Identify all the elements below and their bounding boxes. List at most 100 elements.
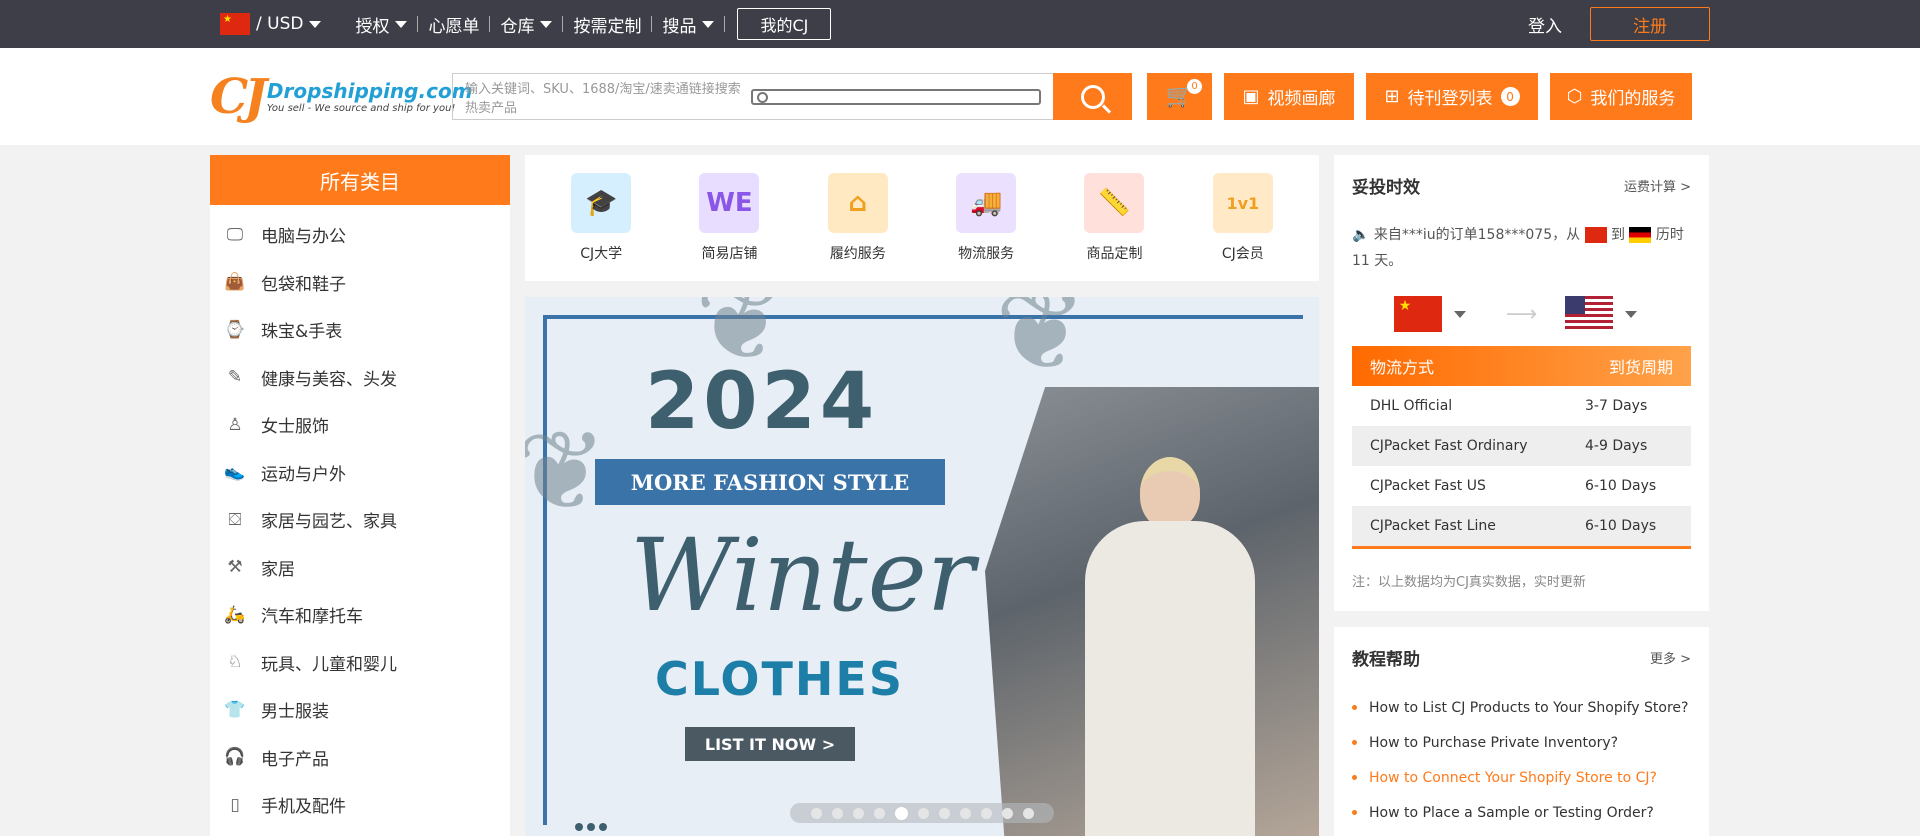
pending-list-button[interactable]: ⊞ 待刊登列表 0 xyxy=(1366,73,1538,120)
search-input[interactable]: 输入关键词、SKU、1688/淘宝/速卖通链接搜索热卖产品 xyxy=(452,73,1053,120)
shipping-period: 3-7 Days xyxy=(1585,398,1648,414)
top-bar-left: / USD 授权 心愿单 仓库 按需定制 搜品 我的CJ xyxy=(210,8,832,40)
menu-pod[interactable]: 按需定制 xyxy=(563,12,651,37)
sidebar-item[interactable]: ✎ 健康与美容、头发 xyxy=(210,354,510,402)
category-list: 🖵 电脑与办公 👜 包袋和鞋子 ⌚ 珠宝&手表 ✎ 健康与美容、头发 ♙ 女士服饰 👟 运动与户外 ⛋ 家… xyxy=(210,205,510,829)
menu-sourcing[interactable]: 搜品 xyxy=(652,12,724,37)
shipping-rows: DHL Official 3-7 Days CJPacket Fast Ordina… xyxy=(1352,386,1691,546)
delivery-note: 注：以上数据均为CJ真实数据，实时更新 xyxy=(1352,575,1586,590)
service-shortcut[interactable]: 🚚 物流服务 xyxy=(931,173,1041,263)
carousel-dot[interactable] xyxy=(894,806,908,820)
cart-button[interactable]: 🛒 0 xyxy=(1147,73,1212,120)
menu-wishlist[interactable]: 心愿单 xyxy=(418,12,489,37)
carousel-dot[interactable] xyxy=(852,807,864,819)
shipping-row: CJPacket Fast Line 6-10 Days xyxy=(1352,506,1691,546)
service-shortcut[interactable]: WE 简易店铺 xyxy=(674,173,784,263)
shipping-period: 6-10 Days xyxy=(1585,478,1657,494)
sidebar-item[interactable]: 🎧 电子产品 xyxy=(210,734,510,782)
ruler-icon: 📏 xyxy=(1084,173,1145,233)
service-shortcut[interactable]: 1v1 CJ会员 xyxy=(1188,173,1298,263)
sidebar-item[interactable]: ♘ 玩具、儿童和婴儿 xyxy=(210,639,510,687)
menu-warehouse[interactable]: 仓库 xyxy=(490,12,562,37)
service-shortcut[interactable]: 📏 商品定制 xyxy=(1059,173,1169,263)
origin-china-flag-icon[interactable] xyxy=(1393,296,1442,332)
currency-selector[interactable]: / USD xyxy=(210,13,331,35)
sidebar-item[interactable]: 👕 男士服装 xyxy=(210,686,510,734)
sidebar-item[interactable]: 👟 运动与户外 xyxy=(210,449,510,497)
service-shortcut[interactable]: 🎓 CJ大学 xyxy=(546,173,656,263)
carousel-dot[interactable] xyxy=(831,807,843,819)
china-flag-icon xyxy=(220,13,250,35)
carousel-dot[interactable] xyxy=(959,807,971,819)
carousel-dot[interactable] xyxy=(873,807,885,819)
chevron-down-icon[interactable] xyxy=(1625,310,1638,318)
logo[interactable]: CJ Dropshipping.com You sell - We source… xyxy=(210,73,473,121)
tutorial-more-link[interactable]: 更多 > xyxy=(1650,648,1691,667)
rocking-horse-icon: ♘ xyxy=(227,652,243,673)
destination-us-flag-icon[interactable] xyxy=(1565,296,1614,332)
sidebar-item[interactable]: 🖵 电脑与办公 xyxy=(210,211,510,259)
our-services-button[interactable]: ⬡ 我们的服务 xyxy=(1550,73,1692,120)
menu-authorize[interactable]: 授权 xyxy=(345,12,417,37)
sidebar-item-label: 男士服装 xyxy=(261,702,329,723)
notice-text-pre: 来自***iu的订单158***075，从 xyxy=(1373,227,1581,243)
register-button[interactable]: 注册 xyxy=(1590,7,1710,41)
search-button[interactable] xyxy=(1053,73,1132,120)
category-sidebar: 所有类目 🖵 电脑与办公 👜 包袋和鞋子 ⌚ 珠宝&手表 ✎ 健康与美容、头发 ♙ 女士服饰 👟 运动… xyxy=(210,155,510,836)
camera-icon[interactable] xyxy=(751,88,1041,105)
store-we-icon: WE xyxy=(699,173,760,233)
vip-diamond-icon: 1v1 xyxy=(1212,173,1273,233)
arrow-right-icon: ⟶ xyxy=(1505,301,1538,327)
service-icon: ⬡ xyxy=(1566,86,1583,107)
computer-icon: 🖵 xyxy=(226,224,244,245)
logo-text: Dropshipping.com You sell - We source an… xyxy=(267,79,473,114)
top-bar: / USD 授权 心愿单 仓库 按需定制 搜品 我的CJ 登入 注册 xyxy=(0,0,1920,48)
sidebar-item-label: 玩具、儿童和婴儿 xyxy=(261,654,397,675)
pending-count-badge: 0 xyxy=(1500,87,1520,106)
tutorial-link[interactable]: How to Connect Your Shopify Store to CJ? xyxy=(1352,760,1691,795)
my-cj-button[interactable]: 我的CJ xyxy=(737,8,832,40)
watch-icon: ⌚ xyxy=(224,319,246,340)
carousel-dot[interactable] xyxy=(810,807,822,819)
login-link[interactable]: 登入 xyxy=(1528,12,1562,37)
sidebar-item[interactable]: ⛋ 家居与园艺、家具 xyxy=(210,496,510,544)
carousel-dot[interactable] xyxy=(1022,807,1034,819)
carousel-dot[interactable] xyxy=(1001,807,1013,819)
service-shortcut[interactable]: ⌂ 履约服务 xyxy=(803,173,913,263)
sidebar-title: 所有类目 xyxy=(210,155,510,205)
route-selector: ⟶ xyxy=(1352,296,1691,332)
col-period: 到货周期 xyxy=(1608,358,1673,377)
carousel-dot[interactable] xyxy=(980,807,992,819)
sidebar-item[interactable]: ⌚ 珠宝&手表 xyxy=(210,306,510,354)
main-content: 所有类目 🖵 电脑与办公 👜 包袋和鞋子 ⌚ 珠宝&手表 ✎ 健康与美容、头发 ♙ 女士服饰 👟 运动… xyxy=(0,145,1920,836)
sidebar-item[interactable]: ♙ 女士服饰 xyxy=(210,401,510,449)
tutorial-link[interactable]: How to Place a Sample or Testing Order? xyxy=(1352,795,1691,830)
sidebar-item[interactable]: ⚒ 家居 xyxy=(210,544,510,592)
sidebar-item[interactable]: 🛵 汽车和摩托车 xyxy=(210,591,510,639)
shipping-method: CJPacket Fast Ordinary xyxy=(1370,438,1528,454)
video-gallery-button[interactable]: ▣ 视频画廊 xyxy=(1224,73,1354,120)
banner-cta-button[interactable]: LIST IT NOW > xyxy=(685,727,855,761)
shipping-calc-link[interactable]: 运费计算 > xyxy=(1624,176,1691,195)
our-services-label: 我们的服务 xyxy=(1590,89,1676,109)
promo-banner[interactable]: ❦ ❦ ❦ 2024 MORE FASHION STYLE Winter CLO… xyxy=(525,297,1319,836)
sidebar-item-label: 包袋和鞋子 xyxy=(261,274,346,295)
model-head xyxy=(1140,457,1200,529)
service-label: 物流服务 xyxy=(958,246,1015,262)
sidebar-item[interactable]: ▯ 手机及配件 xyxy=(210,781,510,829)
sidebar-item[interactable]: 👜 包袋和鞋子 xyxy=(210,259,510,307)
menu-pod-label: 按需定制 xyxy=(573,16,642,37)
chevron-down-icon[interactable] xyxy=(1453,310,1466,318)
center-column: 🎓 CJ大学 WE 简易店铺 ⌂ 履约服务 🚚 物流服务 📏 商品定制 1v1 CJ会员 ❦ ❦ ❦ … xyxy=(525,155,1319,836)
delivery-header: 妥投时效 运费计算 > xyxy=(1352,173,1691,198)
carousel-dot[interactable] xyxy=(938,807,950,819)
carousel-dot[interactable] xyxy=(917,807,929,819)
cart-count-badge: 0 xyxy=(1187,79,1202,94)
shipping-row: CJPacket Fast Ordinary 4-9 Days xyxy=(1352,426,1691,466)
delivery-panel: 妥投时效 运费计算 > 🔈 来自***iu的订单158***075，从 到 历时… xyxy=(1334,155,1709,611)
logo-tagline: You sell - We source and ship for you! xyxy=(266,103,456,114)
menu-wishlist-label: 心愿单 xyxy=(428,16,480,37)
tutorial-list: How to List CJ Products to Your Shopify … xyxy=(1352,690,1691,830)
tutorial-link[interactable]: How to Purchase Private Inventory? xyxy=(1352,725,1691,760)
tutorial-link[interactable]: How to List CJ Products to Your Shopify … xyxy=(1352,690,1691,725)
